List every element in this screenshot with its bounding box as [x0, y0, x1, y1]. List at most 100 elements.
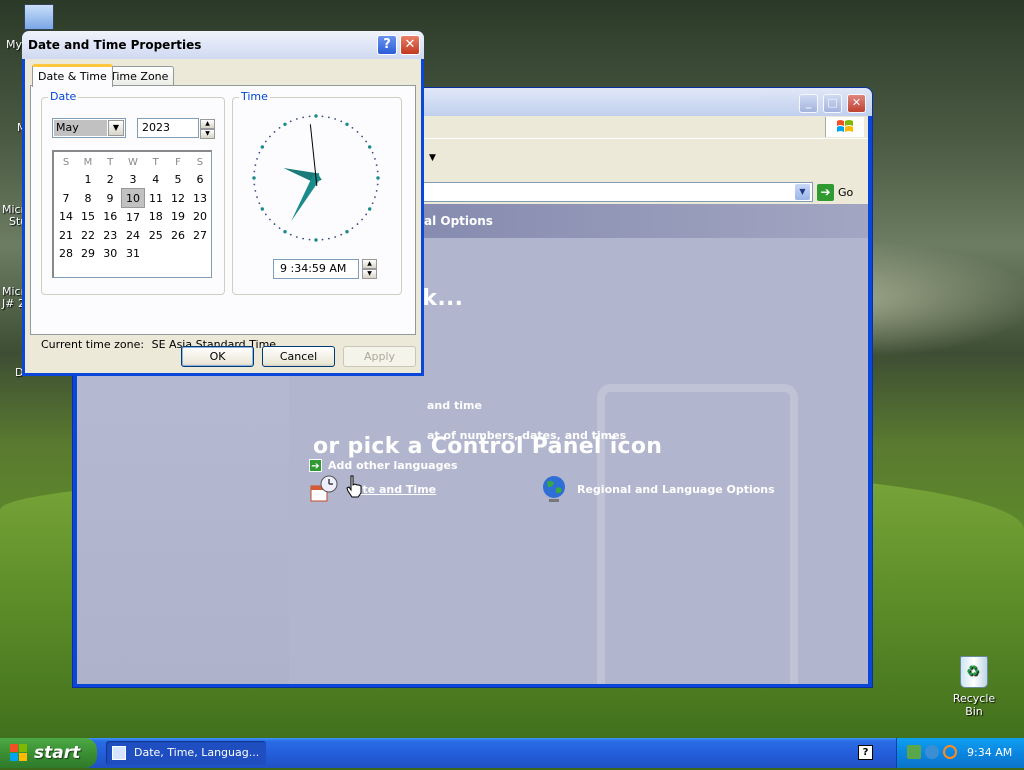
calendar-day[interactable]: 26	[167, 226, 189, 244]
calendar-day[interactable]: 8	[77, 189, 99, 208]
calendar-day[interactable]: 15	[77, 208, 99, 227]
calendar-day[interactable]: 16	[99, 208, 121, 227]
close-button[interactable]: ✕	[847, 94, 866, 113]
calendar-day[interactable]: 24	[121, 226, 144, 244]
task-link-languages[interactable]: ➔ Add other languages	[309, 459, 458, 472]
calendar-day[interactable]: 30	[99, 244, 121, 262]
recycle-bin[interactable]: Recycle Bin	[944, 656, 1004, 718]
calendar-day	[55, 170, 77, 189]
search-icon[interactable]	[943, 745, 957, 759]
calendar-day	[144, 244, 167, 262]
analog-clock	[252, 114, 380, 242]
dialog-titlebar[interactable]: Date and Time Properties ? ✕	[22, 31, 424, 59]
taskbar-window-label: Date, Time, Languag...	[134, 746, 260, 759]
calendar-day[interactable]: 13	[189, 189, 211, 208]
calendar-day	[167, 244, 189, 262]
month-select[interactable]: May ▼	[52, 118, 126, 138]
calendar-day[interactable]: 7	[55, 189, 77, 208]
calendar-day[interactable]: 4	[144, 170, 167, 189]
clock-minute-tick	[371, 202, 374, 205]
calendar-day[interactable]: 9	[99, 189, 121, 208]
hand-cursor-icon	[346, 475, 362, 498]
year-spinner[interactable]: 2023 ▲ ▼	[137, 118, 215, 139]
taskbar-window-button[interactable]: Date, Time, Languag...	[106, 741, 266, 765]
help-button[interactable]: ?	[377, 35, 397, 55]
spin-up-icon[interactable]: ▲	[362, 259, 377, 269]
minimize-button[interactable]: _	[799, 94, 818, 113]
apply-button[interactable]: Apply	[343, 346, 416, 367]
date-time-dialog[interactable]: Date and Time Properties ? ✕ Date & Time…	[22, 31, 424, 376]
close-button[interactable]: ✕	[400, 35, 420, 55]
calendar-day[interactable]: 2	[99, 170, 121, 189]
clock-minute-tick	[334, 118, 337, 120]
clock-minute-hand	[291, 172, 320, 222]
clock-hour-tick	[367, 145, 372, 149]
clock-hour-tick	[314, 114, 318, 118]
chevron-down-icon[interactable]: ▼	[795, 184, 810, 200]
time-spin-buttons[interactable]: ▲ ▼	[362, 259, 377, 279]
taskbar-clock[interactable]: 9:34 AM	[967, 738, 1012, 768]
calendar-day[interactable]: 5	[167, 170, 189, 189]
desktop-icon-label: My	[6, 38, 23, 51]
clock-minute-tick	[308, 238, 311, 241]
cancel-button[interactable]: Cancel	[262, 346, 335, 367]
calendar-day[interactable]: 3	[121, 170, 144, 189]
calendar-day[interactable]: 19	[167, 208, 189, 227]
calendar-day	[189, 244, 211, 262]
tab-time-zone[interactable]: Time Zone	[104, 66, 175, 86]
windows-logo-icon	[10, 744, 28, 762]
go-button[interactable]: ➔ Go	[817, 181, 853, 203]
calendar-day[interactable]: 11	[144, 189, 167, 208]
clock-hour-tick	[252, 176, 256, 180]
globe-icon[interactable]	[925, 745, 939, 759]
calendar-day[interactable]: 6	[189, 170, 211, 189]
task-link-date-time[interactable]: and time	[427, 399, 482, 412]
date-time-applet-link[interactable]: ate and Time	[309, 474, 436, 504]
tab-date-time[interactable]: Date & Time	[32, 64, 113, 87]
spin-up-icon[interactable]: ▲	[200, 119, 215, 129]
weekday-header: T	[152, 156, 159, 168]
chevron-down-icon[interactable]: ▼	[108, 120, 124, 136]
clock-minute-tick	[254, 189, 257, 192]
calendar-day[interactable]: 25	[144, 226, 167, 244]
regional-language-applet-link[interactable]: Regional and Language Options	[539, 474, 775, 504]
time-input[interactable]: 9 :34:59 AM ▲ ▼	[273, 259, 377, 279]
spin-down-icon[interactable]: ▼	[362, 269, 377, 279]
my-computer-icon[interactable]	[24, 4, 54, 30]
calendar-day[interactable]: 14	[55, 208, 77, 227]
system-tray: 9:34 AM	[896, 738, 1024, 768]
calendar-day[interactable]: 17	[121, 208, 144, 227]
clock-minute-tick	[308, 115, 311, 118]
year-value: 2023	[142, 121, 170, 134]
calendar-day[interactable]: 22	[77, 226, 99, 244]
year-spin-buttons[interactable]: ▲ ▼	[200, 119, 215, 139]
calendar[interactable]: SMTWTFS 1 2 3 4 5 6 7 8 9 10 11 12 13 14 15 16 17 18 19 20 2…	[52, 150, 212, 278]
spin-down-icon[interactable]: ▼	[200, 129, 215, 139]
start-button[interactable]: start	[0, 738, 97, 768]
calendar-day[interactable]: 31	[121, 244, 144, 262]
clock-minute-tick	[258, 151, 261, 154]
ok-button[interactable]: OK	[181, 346, 254, 367]
calendar-day[interactable]: 18	[144, 208, 167, 227]
network-icon[interactable]	[907, 745, 921, 759]
clock-minute-tick	[361, 135, 363, 138]
calendar-day[interactable]: 23	[99, 226, 121, 244]
calendar-day[interactable]: 21	[55, 226, 77, 244]
dialog-body: Date & Time Time Zone Date May ▼ 2023 ▲ …	[25, 59, 421, 373]
calendar-day[interactable]: 29	[77, 244, 99, 262]
clock-minute-tick	[269, 218, 271, 221]
clock-minute-tick	[254, 164, 257, 167]
clock-minute-tick	[334, 236, 337, 238]
chevron-down-icon[interactable]: ▼	[429, 153, 436, 163]
calendar-day[interactable]: 20	[189, 208, 211, 227]
timezone-label: Current time zone:	[41, 338, 145, 351]
calendar-day[interactable]: 1	[77, 170, 99, 189]
calendar-day[interactable]: 27	[189, 226, 211, 244]
maximize-button[interactable]: □	[823, 94, 842, 113]
clock-minute-tick	[253, 183, 256, 186]
calendar-day[interactable]: 10	[120, 188, 145, 208]
calendar-day[interactable]: 12	[167, 189, 189, 208]
help-icon[interactable]: ?	[858, 745, 873, 760]
calendar-grid[interactable]: SMTWTFS 1 2 3 4 5 6 7 8 9 10 11 12 13 14 15 16 17 18 19 20 2…	[55, 154, 211, 262]
calendar-day[interactable]: 28	[55, 244, 77, 262]
